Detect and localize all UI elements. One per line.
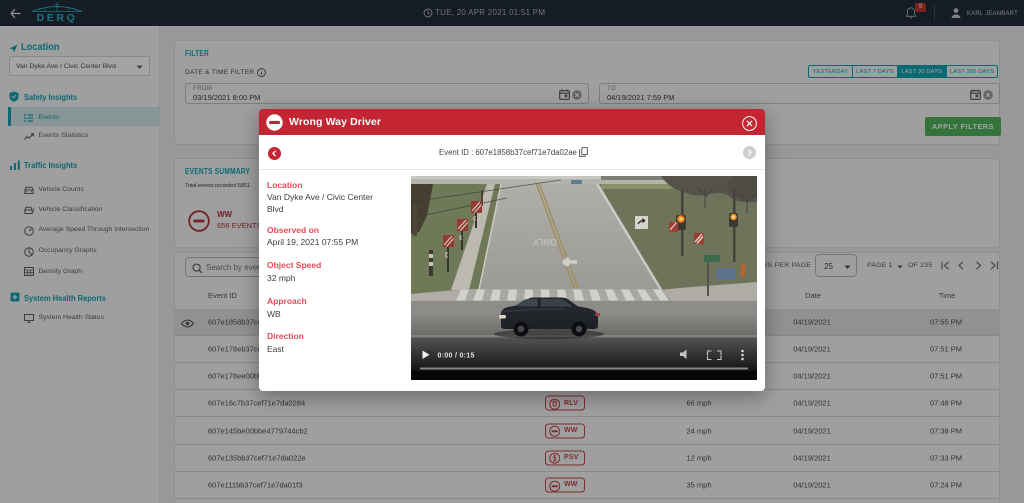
svg-text:0:00 / 0:15: 0:00 / 0:15 [438,352,475,359]
svg-text:ONLY: ONLY [533,237,557,247]
